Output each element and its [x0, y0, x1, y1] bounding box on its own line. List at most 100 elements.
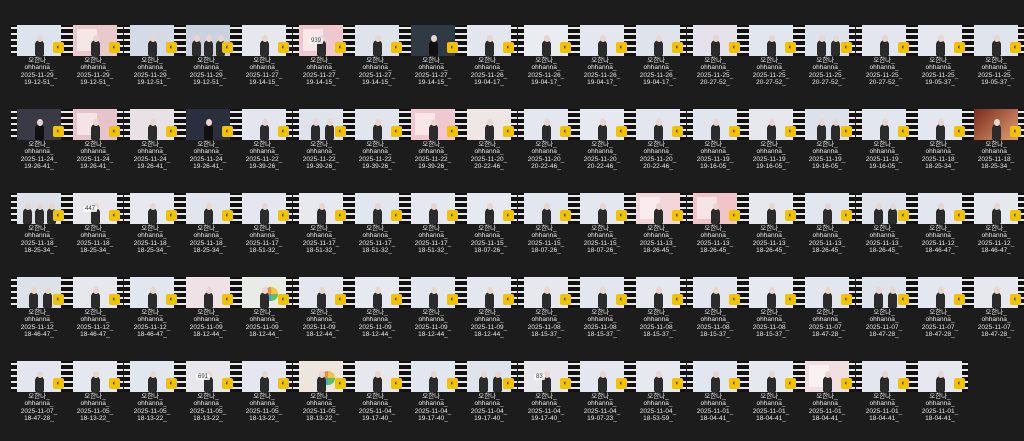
video-file-item[interactable]: ◐ 오한나_ ohhanna_ 2025-11-04_ 19-17-40_ — [461, 361, 517, 441]
video-file-item[interactable]: ◐ 오한나_ ohhanna_ 2025-11-18_ 18-25-34_ — [11, 193, 67, 273]
video-file-item[interactable]: ◐ 오한나_ ohhanna_ 2025-11-07_ 18-47-28_ — [11, 361, 67, 441]
video-file-item[interactable]: ◐ 오한나_ ohhanna_ 2025-11-29_ 19-12-51_ — [124, 25, 180, 105]
video-file-item[interactable]: ◐ 오한나_ ohhanna_ 2025-11-09_ 18-12-44_ — [293, 277, 349, 357]
video-file-item[interactable]: ◐ 오한나_ ohhanna_ 2025-11-18_ 18-25-34_ — [968, 109, 1024, 189]
video-file-item[interactable]: ◐ 오한나_ ohhanna_ 2025-11-07_ 18-47-28_ — [856, 277, 912, 357]
video-file-item[interactable]: ◐ 오한나_ ohhanna_ 2025-11-29_ 19-12-51_ — [180, 25, 236, 105]
video-file-item[interactable]: ◐ 오한나_ ohhanna_ 2025-11-29_ 19-12-51_ — [11, 25, 67, 105]
video-file-item[interactable]: ◐ 오한나_ ohhanna_ 2025-11-07_ 18-47-28_ — [968, 277, 1024, 357]
video-file-item[interactable]: ◐ 오한나_ ohhanna_ 2025-11-22_ 19-39-26_ — [405, 109, 461, 189]
person-face — [543, 35, 550, 42]
video-file-item[interactable]: ◐ 오한나_ ohhanna_ 2025-11-15_ 18-07-26_ — [574, 193, 630, 273]
video-file-item[interactable]: ◐ 오한나_ ohhanna_ 2025-11-04_ 18-53-59_ — [630, 361, 686, 441]
video-file-item[interactable]: ◐ 오한나_ ohhanna_ 2025-11-12_ 18-46-47_ — [912, 193, 968, 273]
video-file-item[interactable]: ◐ 오한나_ ohhanna_ 2025-11-20_ 20-22-46_ — [574, 109, 630, 189]
video-file-item[interactable]: ◐ 오한나_ ohhanna_ 2025-11-01_ 18-04-41_ — [687, 361, 743, 441]
video-file-item[interactable]: 691 ◐ 오한나_ ohhanna_ 2025-11-05_ 18-13-22_ — [180, 361, 236, 441]
video-file-item[interactable]: ◐ 오한나_ ohhanna_ 2025-11-24_ 19-26-41_ — [180, 109, 236, 189]
video-file-item[interactable]: ◐ 오한나_ ohhanna_ 2025-11-12_ 18-46-47_ — [11, 277, 67, 357]
video-file-item[interactable]: ◐ 오한나_ ohhanna_ 2025-11-26_ 19-04-17_ — [630, 25, 686, 105]
video-file-item[interactable]: ◐ 오한나_ ohhanna_ 2025-11-29_ 19-12-51_ — [67, 25, 123, 105]
video-file-item[interactable]: 447 ◐ 오한나_ ohhanna_ 2025-11-18_ 18-25-34_ — [67, 193, 123, 273]
video-file-item[interactable]: ◐ 오한나_ ohhanna_ 2025-11-25_ 20-27-52_ — [687, 25, 743, 105]
file-name-line: ohhanna_ — [24, 148, 54, 156]
video-file-item[interactable]: ◐ 오한나_ ohhanna_ 2025-11-01_ 18-04-41_ — [799, 361, 855, 441]
video-file-item[interactable]: 83 ◐ 오한나_ ohhanna_ 2025-11-04_ 19-17-40_ — [518, 361, 574, 441]
filmstrip-edge-icon — [687, 361, 693, 392]
video-file-item[interactable]: ◐ 오한나_ ohhanna_ 2025-11-22_ 19-39-26_ — [293, 109, 349, 189]
video-file-item[interactable]: ◐ 오한나_ ohhanna_ 2025-11-09_ 18-12-44_ — [180, 277, 236, 357]
video-file-item[interactable]: ◐ 오한나_ ohhanna_ 2025-11-09_ 18-12-44_ — [405, 277, 461, 357]
video-file-item[interactable]: ◐ 오한나_ ohhanna_ 2025-11-24_ 19-26-41_ — [67, 109, 123, 189]
video-file-item[interactable]: ◐ 오한나_ ohhanna_ 2025-11-27_ 19-14-15_ — [405, 25, 461, 105]
video-file-item[interactable]: ◐ 오한나_ ohhanna_ 2025-11-13_ 18-26-45_ — [630, 193, 686, 273]
video-file-item[interactable]: ◐ 오한나_ ohhanna_ 2025-11-19_ 19-16-05_ — [743, 109, 799, 189]
video-file-item[interactable]: ◐ 오한나_ ohhanna_ 2025-11-13_ 18-26-45_ — [799, 193, 855, 273]
video-file-item[interactable]: ◐ 오한나_ ohhanna_ 2025-11-01_ 18-04-41_ — [856, 361, 912, 441]
file-name-line: ohhanna_ — [869, 232, 899, 240]
video-file-item[interactable]: ◐ 오한나_ ohhanna_ 2025-11-19_ 19-16-05_ — [687, 109, 743, 189]
video-file-item[interactable]: ◐ 오한나_ ohhanna_ 2025-11-25_ 20-27-52_ — [856, 25, 912, 105]
video-file-item[interactable]: ◐ 오한나_ ohhanna_ 2025-11-19_ 19-16-05_ — [856, 109, 912, 189]
video-file-item[interactable]: ◐ 오한나_ ohhanna_ 2025-11-25_ 20-27-52_ — [799, 25, 855, 105]
video-file-item[interactable]: ◐ 오한나_ ohhanna_ 2025-11-25_ 19-05-37_ — [912, 25, 968, 105]
video-file-item[interactable]: ◐ 오한나_ ohhanna_ 2025-11-26_ 19-04-17_ — [518, 25, 574, 105]
video-file-item[interactable]: ◐ 오한나_ ohhanna_ 2025-11-17_ 18-51-32_ — [405, 193, 461, 273]
video-file-item[interactable]: ◐ 오한나_ ohhanna_ 2025-11-20_ 20-22-46_ — [518, 109, 574, 189]
video-file-item[interactable]: ◐ 오한나_ ohhanna_ 2025-11-09_ 18-12-44_ — [236, 277, 292, 357]
file-name-line: 오한나_ — [985, 57, 1007, 64]
video-file-item[interactable]: ◐ 오한나_ ohhanna_ 2025-11-25_ 19-05-37_ — [968, 25, 1024, 105]
video-file-item[interactable]: ◐ 오한나_ ohhanna_ 2025-11-25_ 20-27-52_ — [743, 25, 799, 105]
video-file-item[interactable]: ◐ 오한나_ ohhanna_ 2025-11-05_ 18-13-22_ — [124, 361, 180, 441]
video-file-item[interactable]: ◐ 오한나_ ohhanna_ 2025-11-27_ 19-14-15_ — [236, 25, 292, 105]
video-file-item[interactable]: ◐ 오한나_ ohhanna_ 2025-11-12_ 18-46-47_ — [67, 277, 123, 357]
video-file-item[interactable]: ◐ 오한나_ ohhanna_ 2025-11-08_ 18-15-37_ — [574, 277, 630, 357]
video-file-item[interactable]: ◐ 오한나_ ohhanna_ 2025-11-24_ 19-26-41_ — [124, 109, 180, 189]
file-name-line: 2025-11-13_ — [865, 239, 903, 247]
file-name-line: 18-04-41_ — [756, 414, 786, 422]
person-figure — [429, 208, 438, 224]
video-file-item[interactable]: ◐ 오한나_ ohhanna_ 2025-11-07_ 18-47-28_ — [912, 277, 968, 357]
video-file-item[interactable]: ◐ 오한나_ ohhanna_ 2025-11-26_ 19-04-17_ — [574, 25, 630, 105]
video-file-item[interactable]: ◐ 오한나_ ohhanna_ 2025-11-09_ 18-12-44_ — [349, 277, 405, 357]
video-file-item[interactable]: ◐ 오한나_ ohhanna_ 2025-11-04_ 19-07-23_ — [574, 361, 630, 441]
video-file-item[interactable]: ◐ 오한나_ ohhanna_ 2025-11-20_ 20-22-46_ — [630, 109, 686, 189]
video-file-item[interactable]: ◐ 오한나_ ohhanna_ 2025-11-05_ 18-13-22_ — [67, 361, 123, 441]
video-file-item[interactable]: ◐ 오한나_ ohhanna_ 2025-11-17_ 18-51-32_ — [349, 193, 405, 273]
video-file-item[interactable]: ◐ 오한나_ ohhanna_ 2025-11-12_ 18-46-47_ — [124, 277, 180, 357]
video-file-item[interactable]: ◐ 오한나_ ohhanna_ 2025-11-15_ 18-07-26_ — [461, 193, 517, 273]
video-file-item[interactable]: ◐ 오한나_ ohhanna_ 2025-11-08_ 18-15-37_ — [518, 277, 574, 357]
video-file-item[interactable]: ◐ 오한나_ ohhanna_ 2025-11-12_ 18-46-47_ — [968, 193, 1024, 273]
video-file-item[interactable]: ◐ 오한나_ ohhanna_ 2025-11-17_ 18-51-32_ — [293, 193, 349, 273]
video-file-item[interactable]: ◐ 오한나_ ohhanna_ 2025-11-24_ 19-26-41_ — [11, 109, 67, 189]
video-file-item[interactable]: ◐ 오한나_ ohhanna_ 2025-11-09_ 18-12-44_ — [461, 277, 517, 357]
video-file-item[interactable]: ◐ 오한나_ ohhanna_ 2025-11-04_ 19-17-40_ — [405, 361, 461, 441]
video-file-item[interactable]: ◐ 오한나_ ohhanna_ 2025-11-27_ 19-14-15_ — [349, 25, 405, 105]
video-file-item[interactable]: ◐ 오한나_ ohhanna_ 2025-11-18_ 18-25-34_ — [180, 193, 236, 273]
video-file-item[interactable]: ◐ 오한나_ ohhanna_ 2025-11-18_ 18-25-34_ — [912, 109, 968, 189]
video-file-item[interactable]: ◐ 오한나_ ohhanna_ 2025-11-08_ 18-15-37_ — [630, 277, 686, 357]
file-name-label: 오한나_ ohhanna_ 2025-11-09_ 18-12-44_ — [457, 309, 521, 338]
video-file-item[interactable]: ◐ 오한나_ ohhanna_ 2025-11-04_ 19-17-40_ — [349, 361, 405, 441]
video-file-item[interactable]: ◐ 오한나_ ohhanna_ 2025-11-19_ 19-16-05_ — [799, 109, 855, 189]
video-file-item[interactable]: ◐ 오한나_ ohhanna_ 2025-11-22_ 19-39-26_ — [236, 109, 292, 189]
video-file-item[interactable]: ◐ 오한나_ ohhanna_ 2025-11-01_ 18-04-41_ — [743, 361, 799, 441]
video-file-item[interactable]: ◐ 오한나_ ohhanna_ 2025-11-26_ 19-04-17_ — [461, 25, 517, 105]
video-file-item[interactable]: ◐ 오한나_ ohhanna_ 2025-11-01_ 18-04-41_ — [912, 361, 968, 441]
video-file-item[interactable]: ◐ 오한나_ ohhanna_ 2025-11-07_ 18-47-28_ — [799, 277, 855, 357]
video-file-item[interactable]: ◐ 오한나_ ohhanna_ 2025-11-15_ 18-07-26_ — [518, 193, 574, 273]
video-file-item[interactable]: 939 ◐ 오한나_ ohhanna_ 2025-11-27_ 19-14-15_ — [293, 25, 349, 105]
video-file-item[interactable]: ◐ 오한나_ ohhanna_ 2025-11-13_ 18-26-45_ — [856, 193, 912, 273]
video-file-item[interactable]: ◐ 오한나_ ohhanna_ 2025-11-05_ 18-13-22_ — [293, 361, 349, 441]
video-file-item[interactable]: ◐ 오한나_ ohhanna_ 2025-11-22_ 19-39-26_ — [349, 109, 405, 189]
video-file-item[interactable]: ◐ 오한나_ ohhanna_ 2025-11-17_ 18-51-32_ — [236, 193, 292, 273]
filmstrip-edge-icon — [293, 109, 299, 140]
video-file-item[interactable]: ◐ 오한나_ ohhanna_ 2025-11-05_ 18-13-22_ — [236, 361, 292, 441]
video-file-item[interactable]: ◐ 오한나_ ohhanna_ 2025-11-13_ 18-26-45_ — [687, 193, 743, 273]
video-file-item[interactable]: ◐ 오한나_ ohhanna_ 2025-11-08_ 18-15-37_ — [687, 277, 743, 357]
video-file-item[interactable]: ◐ 오한나_ ohhanna_ 2025-11-08_ 18-15-37_ — [743, 277, 799, 357]
video-file-item[interactable]: ◐ 오한나_ ohhanna_ 2025-11-13_ 18-26-45_ — [743, 193, 799, 273]
video-file-item[interactable]: ◐ 오한나_ ohhanna_ 2025-11-20_ 20-22-46_ — [461, 109, 517, 189]
file-name-line: 오한나_ — [197, 225, 219, 232]
video-file-item[interactable]: ◐ 오한나_ ohhanna_ 2025-11-18_ 18-25-34_ — [124, 193, 180, 273]
